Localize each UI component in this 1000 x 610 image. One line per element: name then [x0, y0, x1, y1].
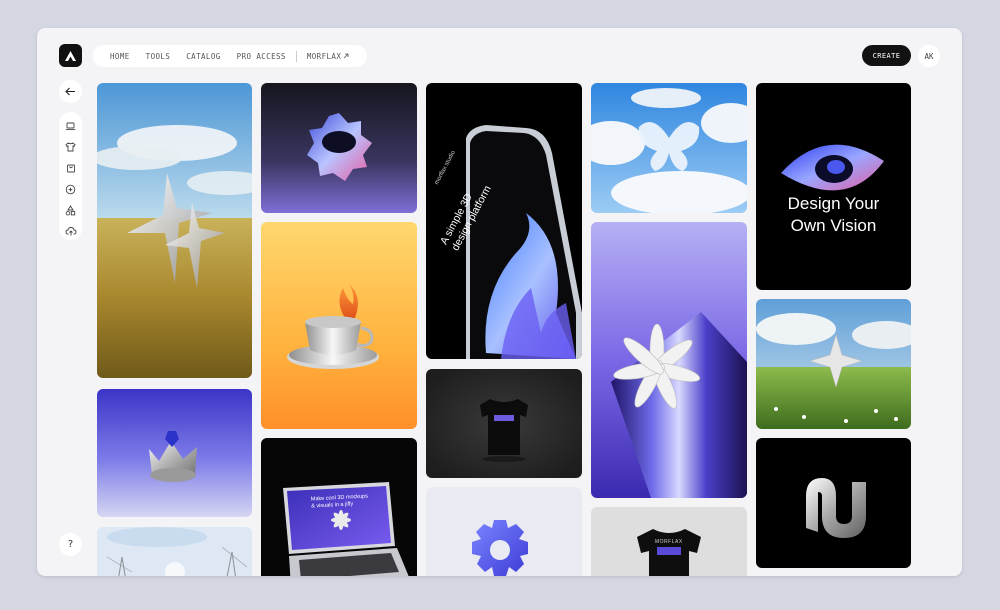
cloud-upload-icon [65, 227, 76, 236]
card-tshirt-light[interactable]: MORFLAX [591, 507, 747, 576]
laptop-tool[interactable] [63, 118, 79, 134]
back-button[interactable] [59, 80, 82, 103]
arrow-left-icon [65, 87, 75, 96]
butterfly-sky-image [591, 83, 747, 213]
tshirt-dark-image [426, 369, 582, 478]
shapes-tool[interactable] [63, 202, 79, 218]
card-coffee-cup[interactable] [261, 222, 417, 429]
bag-icon [66, 164, 75, 173]
vision-line2: Own Vision [790, 216, 877, 235]
card-tshirt-dark[interactable] [426, 369, 582, 478]
meadow-star-image [97, 83, 252, 378]
create-button[interactable]: CREATE [862, 45, 911, 66]
card-laptop-mockup[interactable]: Make cool 3D mockups & visuals in a jiff… [261, 438, 417, 576]
vision-line1: Design Your [787, 194, 880, 213]
card-crown[interactable] [97, 389, 252, 517]
nav-divider [295, 50, 297, 62]
card-abstract-s[interactable] [756, 438, 911, 568]
card-gear-blue[interactable] [426, 487, 582, 576]
sparkle-icon [65, 184, 76, 194]
nav-pro-access[interactable]: PRO ACCESS [229, 52, 294, 61]
card-meadow-star[interactable] [97, 83, 252, 378]
card-phone-platform[interactable]: morflax studio A simple 3D design platfo… [426, 83, 582, 359]
gear-blue-image [426, 487, 582, 576]
laptop-icon [65, 122, 76, 130]
card-gear-flower[interactable] [261, 83, 417, 213]
avatar[interactable]: AK [918, 45, 940, 67]
meadow-flower-image [756, 299, 911, 429]
flower-pillar-image [591, 222, 747, 498]
bag-tool[interactable] [63, 160, 79, 176]
sparkle-tool[interactable] [63, 181, 79, 197]
gear-flower-image [261, 83, 417, 213]
nav-home[interactable]: HOME [102, 52, 138, 61]
nav-morflax-label: MORFLAX [306, 51, 342, 61]
upload-tool[interactable] [63, 223, 79, 239]
top-nav: HOME TOOLS CATALOG PRO ACCESS MORFLAX [93, 45, 368, 67]
coffee-cup-image [261, 222, 417, 429]
card-meadow-flower[interactable] [756, 299, 911, 429]
tshirt-tool[interactable] [63, 139, 79, 155]
tshirt-print-text: MORFLAX [655, 539, 683, 545]
abstract-s-image [756, 438, 911, 568]
help-button[interactable]: ? [59, 533, 82, 556]
card-flower-pillar[interactable] [591, 222, 747, 498]
nav-morflax-link[interactable]: MORFLAX [299, 52, 357, 61]
tshirt-icon [65, 142, 76, 152]
app-window: HOME TOOLS CATALOG PRO ACCESS MORFLAX CR… [37, 28, 962, 576]
card-vision-eye[interactable]: Design Your Own Vision [756, 83, 911, 290]
vision-eye-image [756, 83, 911, 290]
crown-image [97, 389, 252, 517]
tool-sidebar [59, 112, 82, 240]
card-butterfly-sky[interactable] [591, 83, 747, 213]
nav-catalog[interactable]: CATALOG [178, 52, 228, 61]
external-link-icon [343, 53, 349, 59]
card-snow-tree[interactable] [97, 527, 252, 576]
snow-tree-image [97, 527, 252, 576]
nav-tools[interactable]: TOOLS [138, 52, 179, 61]
morflax-logo[interactable] [59, 44, 82, 67]
shapes-icon [65, 204, 76, 215]
